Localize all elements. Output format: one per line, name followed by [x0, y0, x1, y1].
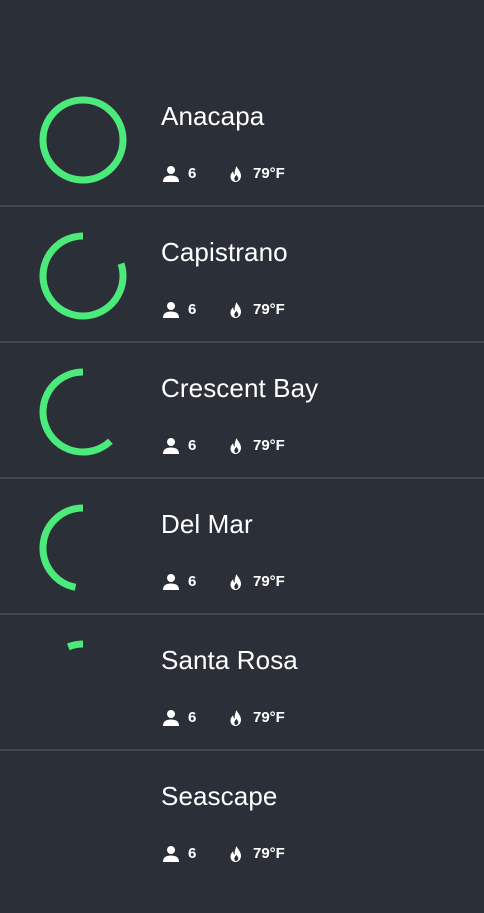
- temperature-stat: 79°F: [227, 709, 285, 727]
- room-list: Anacapa 6 79°F Capistrano 6 79°F Crescen…: [0, 71, 484, 887]
- temperature-stat: 79°F: [227, 301, 285, 319]
- flame-icon: [227, 573, 245, 591]
- room-stats: 6 79°F: [162, 571, 285, 593]
- availability-ring: [38, 503, 128, 593]
- room-stats: 6 79°F: [162, 843, 285, 865]
- people-count: 6: [188, 709, 197, 726]
- room-row-del-mar[interactable]: Del Mar 6 79°F: [0, 479, 484, 615]
- flame-icon: [227, 301, 245, 319]
- person-icon: [162, 845, 180, 863]
- people-stat: 6: [162, 573, 227, 591]
- room-row-capistrano[interactable]: Capistrano 6 79°F: [0, 207, 484, 343]
- room-row-crescent-bay[interactable]: Crescent Bay 6 79°F: [0, 343, 484, 479]
- people-count: 6: [188, 573, 197, 590]
- temperature-stat: 79°F: [227, 573, 285, 591]
- people-count: 6: [188, 437, 197, 454]
- temperature-value: 79°F: [253, 301, 285, 318]
- room-stats: 6 79°F: [162, 707, 285, 729]
- flame-icon: [227, 165, 245, 183]
- flame-icon: [227, 437, 245, 455]
- temperature-value: 79°F: [253, 709, 285, 726]
- people-stat: 6: [162, 437, 227, 455]
- room-name: Seascape: [161, 781, 278, 811]
- room-row-seascape[interactable]: Seascape 6 79°F: [0, 751, 484, 887]
- people-stat: 6: [162, 301, 227, 319]
- person-icon: [162, 573, 180, 591]
- availability-ring: [38, 639, 128, 729]
- availability-arc: [39, 232, 127, 320]
- room-stats: 6 79°F: [162, 299, 285, 321]
- flame-icon: [227, 845, 245, 863]
- room-name: Del Mar: [161, 509, 253, 539]
- people-stat: 6: [162, 845, 227, 863]
- temperature-stat: 79°F: [227, 165, 285, 183]
- person-icon: [162, 165, 180, 183]
- app-screen: Anacapa 6 79°F Capistrano 6 79°F Crescen…: [0, 0, 484, 913]
- room-stats: 6 79°F: [162, 435, 285, 457]
- room-name: Crescent Bay: [161, 373, 319, 403]
- availability-arc: [39, 96, 127, 184]
- people-stat: 6: [162, 165, 227, 183]
- availability-ring: [38, 231, 128, 321]
- person-icon: [162, 301, 180, 319]
- person-icon: [162, 709, 180, 727]
- temperature-stat: 79°F: [227, 437, 285, 455]
- room-stats: 6 79°F: [162, 163, 285, 185]
- people-count: 6: [188, 165, 197, 182]
- temperature-value: 79°F: [253, 437, 285, 454]
- header-space: [0, 0, 484, 71]
- person-icon: [162, 437, 180, 455]
- room-name: Santa Rosa: [161, 645, 298, 675]
- availability-ring: [38, 775, 128, 865]
- temperature-stat: 79°F: [227, 845, 285, 863]
- availability-arc: [39, 504, 84, 591]
- flame-icon: [227, 709, 245, 727]
- availability-arc: [66, 640, 84, 651]
- availability-ring: [38, 367, 128, 457]
- temperature-value: 79°F: [253, 165, 285, 182]
- availability-ring: [38, 95, 128, 185]
- people-count: 6: [188, 301, 197, 318]
- availability-arc: [39, 368, 113, 456]
- room-name: Anacapa: [161, 101, 265, 131]
- room-name: Capistrano: [161, 237, 288, 267]
- room-row-anacapa[interactable]: Anacapa 6 79°F: [0, 71, 484, 207]
- temperature-value: 79°F: [253, 573, 285, 590]
- temperature-value: 79°F: [253, 845, 285, 862]
- people-count: 6: [188, 845, 197, 862]
- people-stat: 6: [162, 709, 227, 727]
- room-row-santa-rosa[interactable]: Santa Rosa 6 79°F: [0, 615, 484, 751]
